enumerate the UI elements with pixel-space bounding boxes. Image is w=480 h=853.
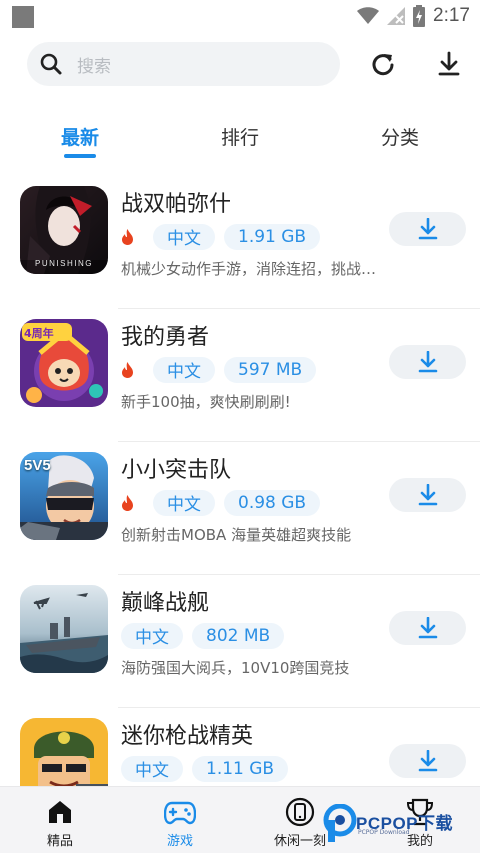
tab-category[interactable]: 分类 — [381, 123, 419, 150]
nav-label: 休闲一刻 — [273, 834, 326, 849]
notification-icon — [12, 6, 34, 28]
tag-line: 中文 597 MB — [121, 356, 325, 383]
size-badge: 0.98 GB — [224, 489, 321, 516]
app-name[interactable]: 小小突击队 — [121, 452, 231, 484]
gamepad-icon — [164, 797, 196, 827]
refresh-button[interactable] — [365, 46, 401, 82]
app-description: 海防强国大阅兵，10V10跨国竞技 — [121, 659, 350, 677]
fire-icon — [121, 361, 135, 379]
app-screen: 2:17 搜索 最新 排行 分类 PUNISHING 战双帕弥什 中文 1.91… — [0, 0, 480, 853]
fire-icon — [121, 494, 135, 512]
download-button[interactable] — [389, 345, 466, 379]
tab-latest[interactable]: 最新 — [61, 123, 99, 150]
download-button[interactable] — [389, 212, 466, 246]
nav-label: 游戏 — [166, 834, 193, 849]
list-item[interactable]: 4周年 我的勇者 中文 597 MB 新手100抽，爽快刷刷刷! — [0, 309, 480, 442]
download-icon — [418, 218, 437, 240]
list-item[interactable]: 5V5 小小突击队 中文 0.98 GB 创新射击MOBA 海量英雄超爽技能 — [0, 442, 480, 575]
icon-caption: 5V5 — [24, 457, 51, 474]
battery-charging-icon — [413, 5, 426, 27]
app-list: PUNISHING 战双帕弥什 中文 1.91 GB 机械少女动作手游，消除连招… — [0, 176, 480, 841]
app-description: 创新射击MOBA 海量英雄超爽技能 — [121, 526, 352, 544]
download-button[interactable] — [389, 611, 466, 645]
downloads-button[interactable] — [431, 46, 467, 82]
status-indicators: 2:17 — [357, 4, 470, 28]
active-tab-indicator — [64, 154, 96, 158]
size-badge: 802 MB — [192, 622, 285, 649]
app-icon-little-commando[interactable]: 5V5 — [20, 452, 108, 540]
refresh-icon — [372, 54, 394, 76]
app-name[interactable]: 迷你枪战精英 — [121, 718, 253, 750]
nav-games[interactable]: 游戏 — [135, 787, 225, 853]
download-icon — [418, 617, 437, 639]
language-badge: 中文 — [153, 356, 215, 383]
status-bar: 2:17 — [0, 0, 480, 32]
app-name[interactable]: 我的勇者 — [121, 319, 209, 351]
app-description: 新手100抽，爽快刷刷刷! — [121, 393, 291, 411]
app-icon-my-hero[interactable]: 4周年 — [20, 319, 108, 407]
nav-label: 精品 — [46, 834, 73, 849]
download-icon — [418, 351, 437, 373]
app-description: 机械少女动作手游，消除连招，挑战极限 — [121, 260, 383, 278]
wifi-icon — [357, 7, 380, 24]
home-icon — [47, 797, 73, 827]
list-item[interactable]: PUNISHING 战双帕弥什 中文 1.91 GB 机械少女动作手游，消除连招… — [0, 176, 480, 309]
icon-caption: 4周年 — [24, 327, 54, 340]
icon-caption: PUNISHING — [35, 259, 93, 268]
download-icon — [418, 750, 437, 772]
watermark: PCPOP下载 PCPOP Download — [323, 800, 473, 848]
download-icon — [438, 51, 460, 76]
list-item[interactable]: 巅峰战舰 中文 802 MB 海防强国大阅兵，10V10跨国竞技 — [0, 575, 480, 708]
language-badge: 中文 — [121, 622, 183, 649]
language-badge: 中文 — [153, 223, 215, 250]
download-icon — [418, 484, 437, 506]
tag-line: 中文 802 MB — [121, 622, 293, 649]
fire-icon — [121, 228, 135, 246]
no-signal-icon — [387, 7, 406, 25]
tag-line: 中文 1.91 GB — [121, 223, 329, 250]
tag-line: 中文 0.98 GB — [121, 489, 329, 516]
app-icon-punishing[interactable]: PUNISHING — [20, 186, 108, 274]
watermark-logo-icon — [323, 804, 357, 842]
app-name[interactable]: 战双帕弥什 — [121, 186, 231, 218]
search-placeholder: 搜索 — [77, 56, 111, 77]
search-icon — [40, 53, 62, 75]
size-badge: 1.11 GB — [192, 755, 289, 782]
app-icon-warship[interactable] — [20, 585, 108, 673]
nav-featured[interactable]: 精品 — [15, 787, 105, 853]
language-badge: 中文 — [153, 489, 215, 516]
download-button[interactable] — [389, 744, 466, 778]
size-badge: 597 MB — [224, 356, 317, 383]
phone-icon — [285, 797, 315, 827]
watermark-subtext: PCPOP Download — [358, 829, 410, 836]
clock: 2:17 — [433, 5, 470, 26]
category-tabs: 最新 排行 分类 — [0, 115, 480, 165]
tag-line: 中文 1.11 GB — [121, 755, 297, 782]
search-input[interactable]: 搜索 — [27, 42, 340, 86]
tab-ranking[interactable]: 排行 — [221, 123, 259, 150]
app-name[interactable]: 巅峰战舰 — [121, 585, 209, 617]
language-badge: 中文 — [121, 755, 183, 782]
download-button[interactable] — [389, 478, 466, 512]
size-badge: 1.91 GB — [224, 223, 321, 250]
